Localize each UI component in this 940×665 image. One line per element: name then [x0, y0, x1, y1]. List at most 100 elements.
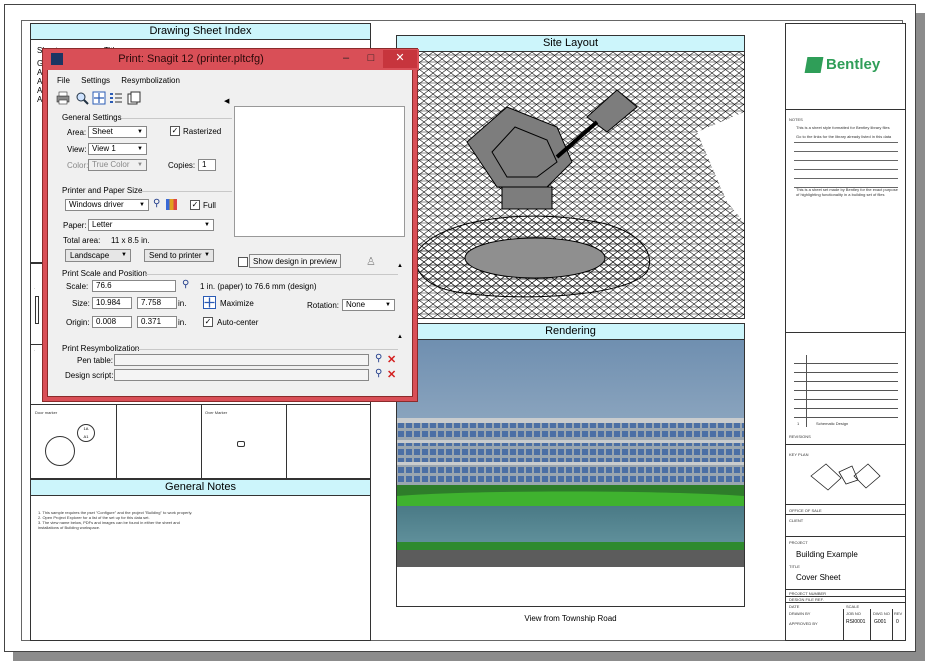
orientation-dropdown[interactable]: Landscape ▼: [65, 249, 131, 262]
menu-resymbolization[interactable]: Resymbolization: [121, 76, 180, 85]
scale-magnifier-icon[interactable]: ⚲: [182, 279, 189, 290]
copies-input[interactable]: 1: [198, 159, 216, 171]
rotation-dropdown[interactable]: None ▼: [342, 299, 395, 311]
scale-label: Scale:: [66, 282, 89, 291]
pen-table-input[interactable]: [114, 354, 369, 366]
collapse-arrow-icon[interactable]: ◀: [224, 97, 229, 105]
minimize-button[interactable]: –: [333, 50, 359, 68]
total-area-value: 11 x 8.5 in.: [111, 236, 150, 245]
client-label: CLIENT: [789, 518, 804, 523]
origin-label: Origin:: [66, 318, 90, 327]
printer-heading: Printer and Paper Size: [62, 186, 143, 195]
design-script-browse-icon[interactable]: ⚲: [375, 368, 382, 379]
collapse-preview-icon[interactable]: ▲: [397, 263, 403, 269]
title-note: This is a sheet style formatted for Bent…: [796, 125, 890, 130]
door-marker-tag: 1A A1: [77, 424, 95, 442]
paper-label: Paper:: [63, 221, 87, 230]
size-unit: in.: [178, 299, 187, 308]
menu-bar: File Settings Resymbolization: [48, 76, 412, 89]
rendering-title: Rendering: [397, 324, 744, 340]
job-no: RSI0001: [846, 619, 866, 625]
send-to-printer-dropdown[interactable]: Send to printer ▼: [144, 249, 214, 262]
general-notes-title: General Notes: [31, 480, 370, 496]
origin-unit: in.: [178, 318, 187, 327]
pen-table-clear-icon[interactable]: ✕: [387, 353, 396, 366]
rev-description: Schematic Design: [816, 421, 849, 426]
scale-input[interactable]: 76.6: [92, 280, 176, 292]
design-script-input[interactable]: [114, 369, 369, 381]
note-line: installations of Building workspace.: [38, 525, 101, 530]
view-dropdown[interactable]: View 1 ▼: [88, 143, 147, 155]
general-settings-heading: General Settings: [62, 113, 122, 122]
title-note: Go to the links for the library already …: [796, 134, 892, 139]
show-design-label[interactable]: Show design in preview: [249, 254, 342, 268]
total-area-label: Total area:: [63, 236, 101, 245]
color-label: Color:: [67, 161, 89, 170]
bentley-logo-icon: [804, 57, 824, 73]
drawn-label: DRAWN BY: [789, 611, 811, 616]
settings-list-icon[interactable]: [109, 91, 123, 105]
rendering-caption: View from Township Road: [524, 614, 617, 623]
show-design-checkbox[interactable]: [238, 257, 248, 267]
design-script-clear-icon[interactable]: ✕: [387, 368, 396, 381]
auto-center-label: Auto-center: [217, 318, 259, 327]
copies-label: Copies:: [168, 161, 196, 170]
rev-label: REV: [894, 611, 903, 616]
size-width-input[interactable]: 10.984: [92, 297, 132, 309]
menu-settings[interactable]: Settings: [81, 76, 110, 85]
scale-description: 1 in. (paper) to 76.6 mm (design): [200, 282, 317, 291]
size-label: Size:: [72, 299, 90, 308]
print-icon[interactable]: [56, 91, 70, 105]
site-layout-drawing: [397, 52, 744, 318]
title-label: TITLE: [789, 564, 800, 569]
scale-heading: Print Scale and Position: [62, 269, 147, 278]
dialog-title: Print: Snagit 12 (printer.pltcfg): [118, 53, 264, 65]
auto-center-checkbox[interactable]: ✓: [203, 317, 213, 327]
print-preview-icon[interactable]: [75, 91, 89, 105]
menu-file[interactable]: File: [57, 76, 70, 85]
title-note: This is a sheet set made by Bentley for …: [796, 187, 898, 197]
dwg-no: G001: [874, 619, 887, 625]
magnifier-icon[interactable]: ⚲: [153, 198, 160, 209]
full-label: Full: [203, 201, 216, 210]
maximize-label[interactable]: Maximize: [220, 299, 254, 308]
over-marker-symbol: [237, 441, 245, 447]
project-label: PROJECT: [789, 540, 808, 545]
pen-table-browse-icon[interactable]: ⚲: [375, 353, 382, 364]
revisions-table: 1 Schematic Design: [786, 332, 905, 428]
rasterized-checkbox[interactable]: ✓: [170, 126, 180, 136]
paper-dropdown[interactable]: Letter ▼: [88, 219, 214, 231]
notes-label: NOTES: [789, 117, 803, 122]
rasterized-label: Rasterized: [183, 127, 222, 136]
dialog-title-bar[interactable]: Print: Snagit 12 (printer.pltcfg) – □ ✕: [43, 49, 419, 70]
scale-label: SCALE: [846, 604, 860, 609]
close-button[interactable]: ✕: [383, 50, 417, 68]
design-script-label: Design script:: [65, 371, 114, 380]
size-height-input[interactable]: 7.758: [137, 297, 177, 309]
fence-icon[interactable]: [92, 91, 106, 105]
print-dialog: Print: Snagit 12 (printer.pltcfg) – □ ✕ …: [43, 49, 419, 397]
company-name: Bentley: [826, 56, 881, 73]
maximize-window-button[interactable]: □: [359, 50, 383, 68]
origin-y-input[interactable]: 0.371: [137, 316, 177, 328]
maximize-icon[interactable]: [203, 296, 216, 309]
full-checkbox[interactable]: ✓: [190, 200, 200, 210]
door-marker-label: Door marker: [35, 410, 58, 415]
collapse-scale-icon[interactable]: ▲: [397, 334, 403, 340]
over-marker-label: Over Marker: [205, 410, 228, 415]
sheet-title: Cover Sheet: [796, 573, 841, 582]
preview-refresh-icon[interactable]: [127, 91, 141, 105]
color-dropdown[interactable]: True Color ▼: [88, 159, 147, 171]
project-name: Building Example: [796, 550, 858, 559]
date-label: DATE: [789, 604, 800, 609]
origin-x-input[interactable]: 0.008: [92, 316, 132, 328]
view-label: View:: [67, 145, 87, 154]
keyplan-diagram: [810, 463, 881, 491]
printer-driver-dropdown[interactable]: Windows driver ▼: [65, 199, 149, 211]
area-label: Area:: [67, 128, 87, 137]
print-preview-pane: [234, 106, 405, 237]
printer-properties-icon[interactable]: [166, 199, 177, 210]
dwg-no-label: DWG NO: [873, 611, 890, 616]
area-dropdown[interactable]: Sheet ▼: [88, 126, 147, 138]
pen-icon[interactable]: ♙: [366, 255, 376, 268]
